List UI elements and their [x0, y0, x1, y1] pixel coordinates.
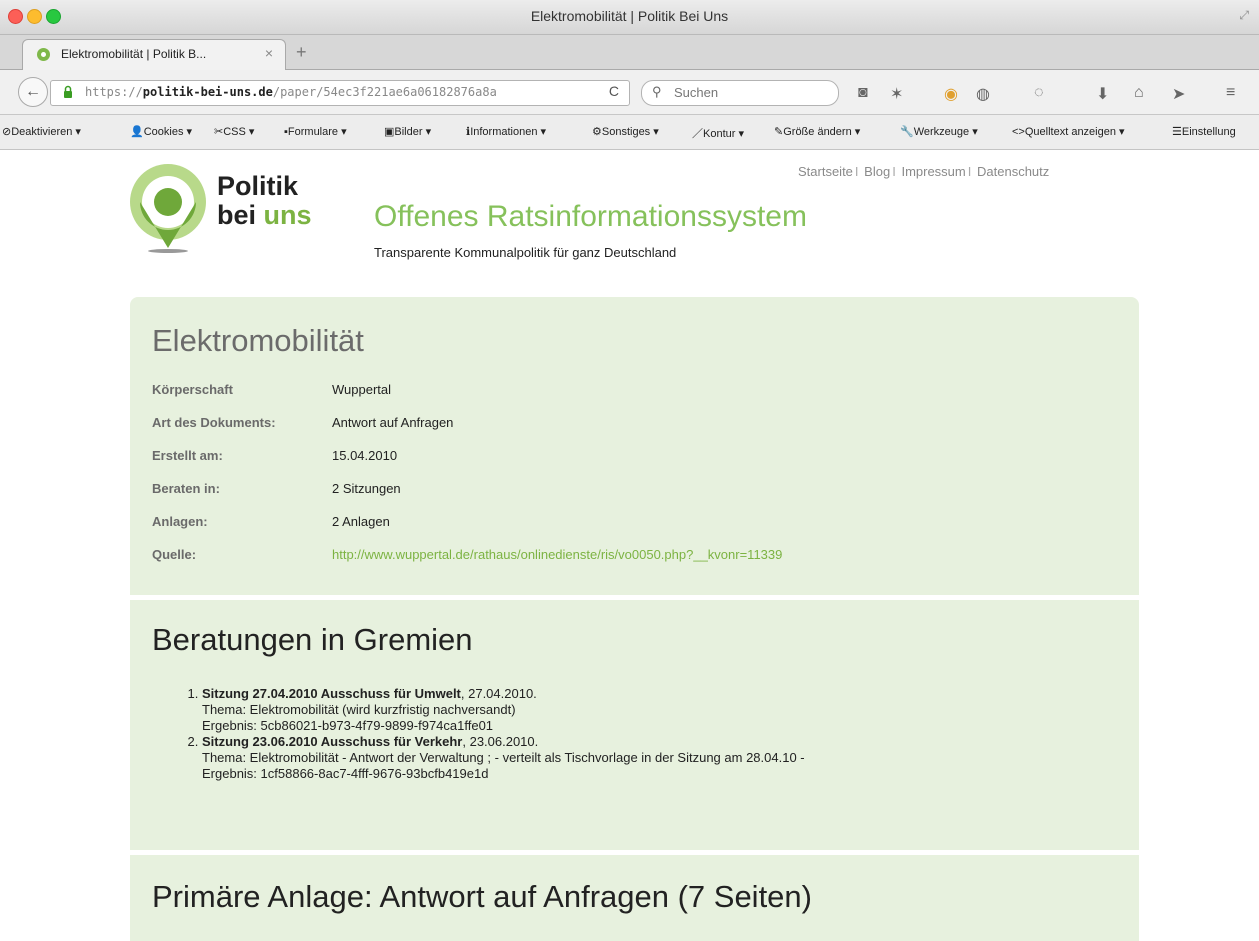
back-button[interactable]: ← [18, 77, 48, 107]
nav-link-startseite[interactable]: Startseite [798, 164, 853, 179]
wd-item-sonstiges[interactable]: ⚙Sonstiges ▾ [592, 125, 659, 138]
menu-icon[interactable]: ≡ [1226, 84, 1235, 102]
consultation-topic: Thema: Elektromobilität (wird kurzfristi… [202, 702, 516, 717]
wd-item-werkzeuge[interactable]: 🔧Werkzeuge ▾ [900, 125, 978, 138]
new-tab-button[interactable]: + [296, 42, 307, 63]
home-icon[interactable]: ⌂ [1134, 84, 1144, 102]
wd-item-bilder[interactable]: ▣Bilder ▾ [384, 125, 431, 138]
download-icon[interactable]: ⬇ [1096, 84, 1109, 104]
consultation-title[interactable]: Sitzung 23.06.2010 Ausschuss für Verkehr [202, 734, 462, 749]
consultations-heading: Beratungen in Gremien [152, 622, 473, 657]
consultation-item: Sitzung 27.04.2010 Ausschuss für Umwelt,… [202, 686, 805, 734]
globe-icon[interactable]: ◍ [976, 84, 990, 104]
window-titlebar: Elektromobilität | Politik Bei Uns ⤢ [0, 0, 1259, 35]
tab-title: Elektromobilität | Politik B... [61, 47, 207, 61]
nav-link-datenschutz[interactable]: Datenschutz [977, 164, 1049, 179]
attachment-panel: Primäre Anlage: Antwort auf Anfragen (7 … [130, 855, 1139, 941]
extension-icon[interactable]: ✶ [890, 84, 903, 104]
web-developer-toolbar: ⊘Deaktivieren ▾ 👤Cookies ▾ ✂CSS ▾ ▪Formu… [0, 115, 1259, 150]
consultations-list: Sitzung 27.04.2010 Ausschuss für Umwelt,… [180, 686, 805, 782]
wd-item-formulare[interactable]: ▪Formulare ▾ [284, 125, 347, 138]
pocket-icon[interactable]: ◙ [858, 84, 868, 102]
wd-item-groesse-aendern[interactable]: ✎Größe ändern ▾ [774, 125, 860, 138]
site-subtitle: Transparente Kommunalpolitik für ganz De… [374, 245, 677, 260]
top-navigation: Startseite I Blog I Impressum I Datenschutz [798, 164, 1050, 179]
favicon-icon [37, 48, 50, 61]
consultation-result: Ergebnis: 1cf58866-8ac7-4fff-9676-93bcfb… [202, 766, 489, 781]
web-page: Startseite I Blog I Impressum I Datenschutz… [0, 150, 1259, 941]
wd-item-deaktivieren[interactable]: ⊘Deaktivieren ▾ [2, 125, 81, 138]
consultation-result: Ergebnis: 5cb86021-b973-4f79-9899-f974ca… [202, 718, 494, 733]
send-icon[interactable]: ➤ [1172, 84, 1185, 104]
document-info-panel: Elektromobilität Körperschaft Wuppertal … [130, 297, 1139, 595]
search-icon: ⚲ [652, 84, 662, 99]
fullscreen-icon[interactable]: ⤢ [1239, 8, 1249, 23]
site-title: Offenes Ratsinformationssystem [374, 200, 807, 233]
navigation-bar: ← https://politik-bei-uns.de/paper/54ec3… [0, 70, 1259, 115]
logo-text-politik: Politik [217, 171, 299, 201]
addon-icon[interactable]: ◉ [944, 84, 958, 104]
logo-text-bei-uns: bei uns [217, 200, 312, 230]
window-title: Elektromobilität | Politik Bei Uns [530, 8, 729, 24]
nav-link-impressum[interactable]: Impressum [901, 164, 965, 179]
tab-close-icon[interactable]: × [265, 45, 273, 61]
wd-item-quelltext[interactable]: <>Quelltext anzeigen ▾ [1012, 125, 1125, 138]
document-title: Elektromobilität [152, 323, 364, 358]
consultations-panel: Beratungen in Gremien Sitzung 27.04.2010… [130, 600, 1139, 850]
tab-bar: Elektromobilität | Politik B... × + [0, 35, 1259, 70]
reload-icon[interactable]: C [609, 83, 619, 99]
wd-item-css[interactable]: ✂CSS ▾ [214, 125, 254, 138]
search-input[interactable]: ⚲ Suchen [641, 80, 839, 106]
search-placeholder: Suchen [674, 85, 719, 100]
sync-icon[interactable]: ◌ [1034, 84, 1044, 102]
wd-item-einstellung[interactable]: ☰Einstellung [1172, 125, 1236, 138]
nav-link-blog[interactable]: Blog [864, 164, 890, 179]
wd-item-informationen[interactable]: ℹInformationen ▾ [466, 125, 546, 138]
consultation-item: Sitzung 23.06.2010 Ausschuss für Verkehr… [202, 734, 805, 782]
lock-icon [64, 85, 72, 98]
consultation-topic: Thema: Elektromobilität - Antwort der Ve… [202, 750, 805, 765]
wd-item-cookies[interactable]: 👤Cookies ▾ [130, 125, 192, 138]
browser-tab[interactable]: Elektromobilität | Politik B... × [22, 39, 286, 70]
url-text: https://politik-bei-uns.de/paper/54ec3f2… [85, 85, 497, 99]
attachment-heading: Primäre Anlage: Antwort auf Anfragen (7 … [152, 879, 812, 914]
source-link[interactable]: http://www.wuppertal.de/rathaus/onlinedi… [332, 547, 782, 562]
consultation-title[interactable]: Sitzung 27.04.2010 Ausschuss für Umwelt [202, 686, 461, 701]
url-bar[interactable]: https://politik-bei-uns.de/paper/54ec3f2… [50, 80, 630, 106]
wd-item-kontur[interactable]: ／Kontur ▾ [692, 125, 744, 141]
